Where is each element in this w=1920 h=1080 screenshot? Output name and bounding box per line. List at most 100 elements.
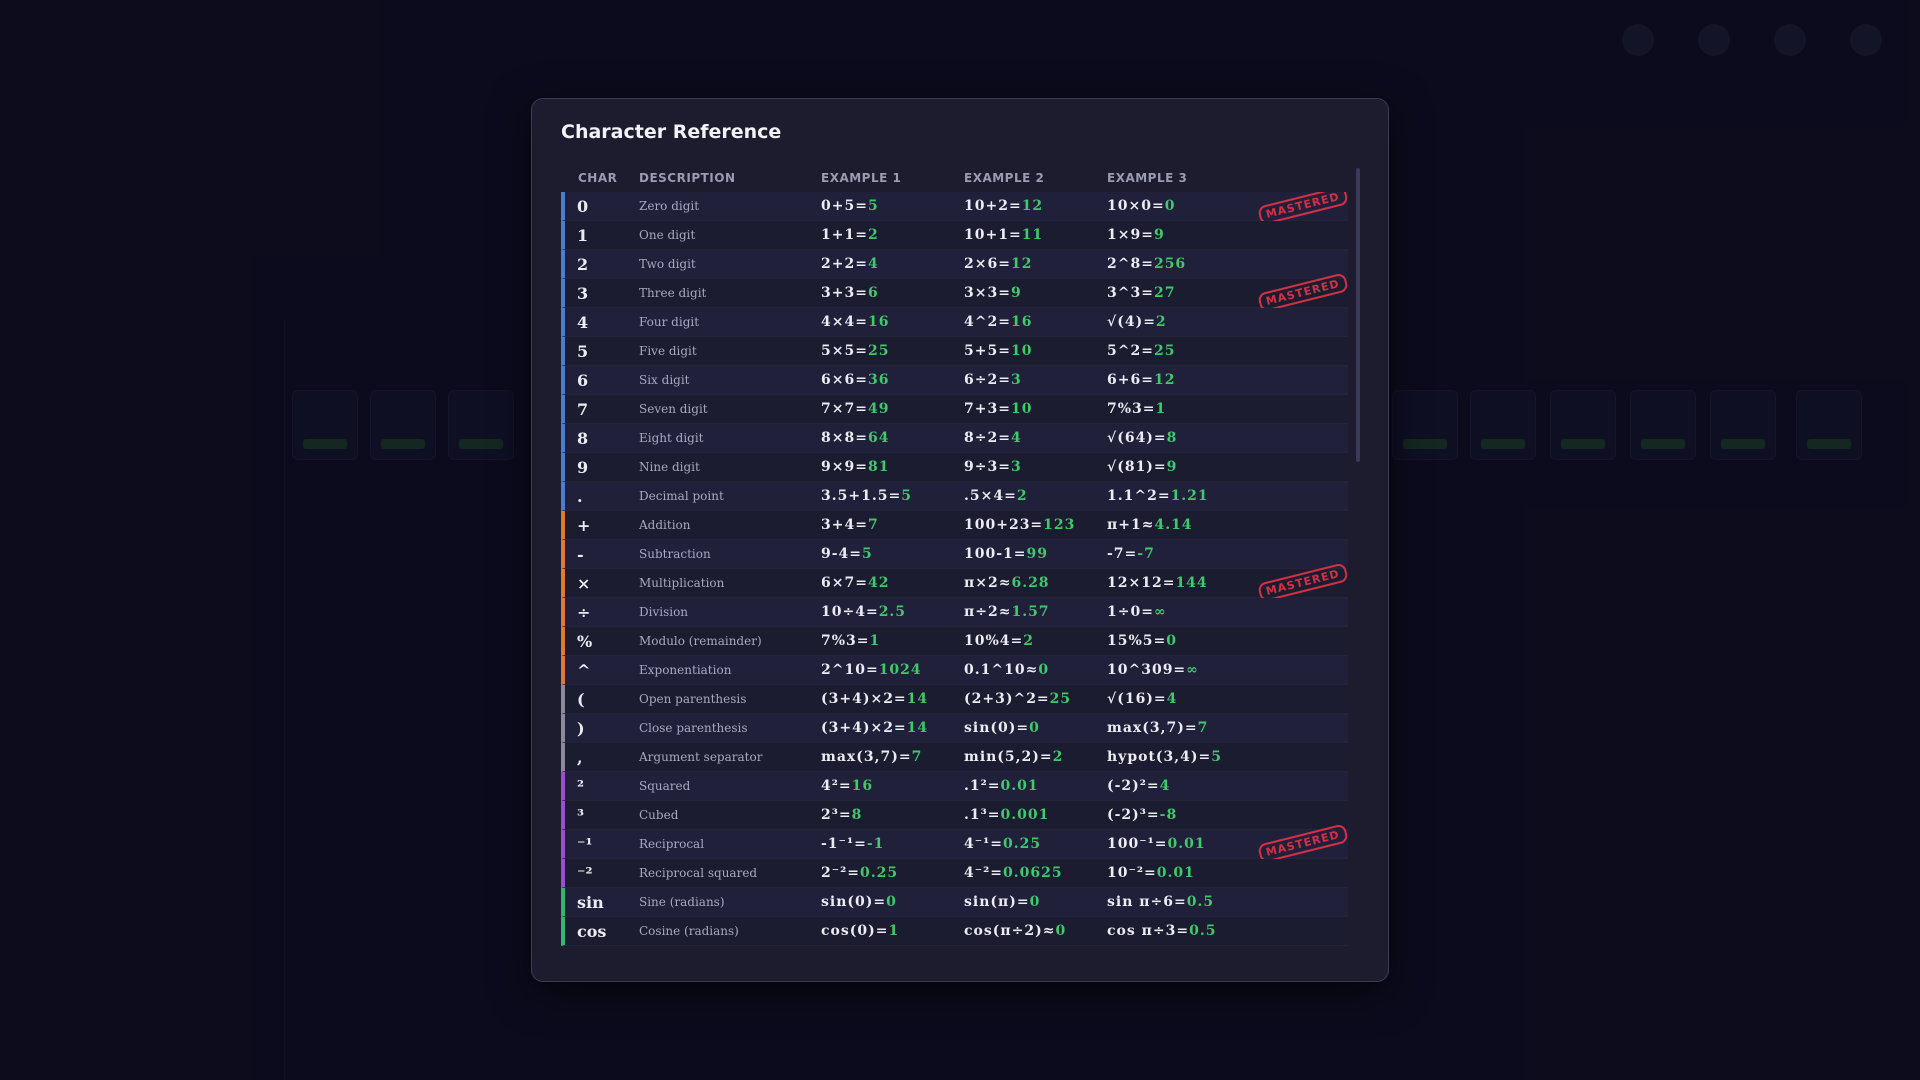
table-row[interactable]: ² Squared 4²=16 .1²=0.01 (-2)²=4 [561,772,1348,801]
example-result: 4 [1159,778,1171,794]
example-3: √(64)=8 [1107,430,1177,446]
table-row[interactable]: (Open parenthesis (3+4)×2=14 (2+3)^2=25 √(1… [561,685,1348,714]
table-row[interactable]: 7 Seven digit 7×7=49 7+3=10 7%3=1 [561,395,1348,424]
table-row[interactable]: ⁻¹ Reciprocal -1⁻¹=-1 4⁻¹=0.25 100⁻¹=0.01 MAS… [561,823,1348,864]
example-expression: 7%3= [1107,401,1156,417]
table-row[interactable]: 2 Two digit 2+2=4 2×6=12 2^8=256 [561,250,1348,279]
table-row[interactable]: - Subtraction 9-4=5 100-1=99 -7=-7 [561,540,1348,569]
example-2: .1²=0.01 [964,778,1039,794]
example-result: 7 [1197,720,1209,736]
example-expression: 10+1= [964,227,1022,243]
modal-title: Character Reference [561,121,782,143]
example-result: 81 [867,459,890,475]
example-result: 25 [1049,691,1072,707]
row-char: 1 [577,226,589,245]
table-row[interactable]: + Addition 3+4=7 100+23=123 π+1≈4.14 [561,511,1348,540]
table-row[interactable]: 5 Five digit 5×5=25 5+5=10 5^2=25 [561,337,1348,366]
reference-table-body[interactable]: 0 Zero digit 0+5=5 10+2=12 10×0=0 MASTERED 1 On… [561,192,1348,960]
row-char: sin [577,893,604,912]
example-expression: 5^2= [1107,343,1154,359]
example-result: 2.5 [878,604,907,620]
example-expression: π+1≈ [1107,517,1155,533]
row-description: Close parenthesis [639,721,748,735]
row-description: Two digit [639,257,696,271]
table-row[interactable]: 6 Six digit 6×6=36 6÷2=3 6+6=12 [561,366,1348,395]
table-row[interactable]: % Modulo (remainder) 7%3=1 10%4=2 15%5=0 [561,627,1348,656]
example-expression: 4⁻¹= [964,836,1003,852]
example-result: 10 [1010,401,1033,417]
table-row[interactable]: sin Sine (radians) sin(0)=0 sin(π)=0 sin π÷6… [561,888,1348,917]
example-result: 25 [867,343,890,359]
example-2: .5×4=2 [964,488,1028,504]
example-result: 0 [1029,894,1041,910]
example-expression: 4²= [821,778,852,794]
example-3: √(81)=9 [1107,459,1177,475]
example-1: 6×7=42 [821,575,889,591]
row-description: Decimal point [639,489,724,503]
example-result: 49 [867,401,890,417]
table-row[interactable]: 1 One digit 1+1=2 10+1=11 1×9=9 [561,221,1348,250]
example-3: √(16)=4 [1107,691,1177,707]
table-row[interactable]: cos Cosine (radians) cos(0)=1 cos(π÷2)≈0 cos… [561,917,1348,946]
example-result: 9 [1010,285,1022,301]
example-result: -1 [866,836,885,852]
example-expression: (-2)³= [1107,807,1160,823]
example-expression: cos(π÷2)≈ [964,923,1056,939]
scrollbar-thumb[interactable] [1356,168,1360,462]
character-reference-modal: Character Reference CHAR DESCRIPTION EXA… [531,98,1389,982]
example-2: 8÷2=4 [964,430,1022,446]
row-char: × [577,574,591,593]
table-row[interactable]: . Decimal point 3.5+1.5=5 .5×4=2 1.1^2=1.21 [561,482,1348,511]
example-1: 7%3=1 [821,633,880,649]
example-expression: 5+5= [964,343,1011,359]
table-row[interactable]: 4 Four digit 4×4=16 4^2=16 √(4)=2 [561,308,1348,337]
example-expression: √(4)= [1107,314,1156,330]
example-expression: 9÷3= [964,459,1011,475]
example-1: 5×5=25 [821,343,889,359]
row-description: Argument separator [639,750,763,764]
example-expression: 10+2= [964,198,1022,214]
example-result: 9 [1166,459,1178,475]
table-row[interactable]: ÷ Division 10÷4=2.5 π÷2≈1.57 1÷0=∞ [561,598,1348,627]
table-row[interactable]: ⁻² Reciprocal squared 2⁻²=0.25 4⁻²=0.0625 10… [561,859,1348,888]
table-row[interactable]: , Argument separator max(3,7)=7 min(5,2)=2 h… [561,743,1348,772]
example-expression: 0.1^10≈ [964,662,1039,678]
table-row[interactable]: × Multiplication 6×7=42 π×2≈6.28 12×12=144 MA… [561,562,1348,603]
example-result: 3 [1010,372,1022,388]
example-1: 8×8=64 [821,430,889,446]
row-description: Cubed [639,808,679,822]
example-expression: min(5,2)= [964,749,1053,765]
example-1: 2³=8 [821,807,862,823]
example-result: 6.28 [1011,575,1050,591]
example-1: 3+4=7 [821,517,879,533]
table-row[interactable]: 8 Eight digit 8×8=64 8÷2=4 √(64)=8 [561,424,1348,453]
example-3: 1÷0=∞ [1107,604,1167,620]
example-result: 1.57 [1011,604,1050,620]
table-row[interactable]: 9 Nine digit 9×9=81 9÷3=3 √(81)=9 [561,453,1348,482]
row-char: 3 [577,284,589,303]
example-expression: 2×6= [964,256,1011,272]
row-char: 5 [577,342,589,361]
example-result: 5 [867,198,879,214]
example-3: 3^3=27 [1107,285,1175,301]
table-row[interactable]: 0 Zero digit 0+5=5 10+2=12 10×0=0 MASTERED [561,192,1348,226]
example-1: 10÷4=2.5 [821,604,906,620]
example-result: 0.5 [1186,894,1215,910]
example-expression: (3+4)×2= [821,691,907,707]
example-1: 6×6=36 [821,372,889,388]
example-result: 0.01 [1167,836,1206,852]
column-header-example-1: EXAMPLE 1 [821,171,902,185]
table-row[interactable]: ³ Cubed 2³=8 .1³=0.001 (-2)³=-8 [561,801,1348,830]
table-row[interactable]: ) Close parenthesis (3+4)×2=14 sin(0)=0 max(… [561,714,1348,743]
example-3: 1.1^2=1.21 [1107,488,1209,504]
row-char: ( [577,690,585,709]
example-1: 0+5=5 [821,198,879,214]
example-result: 12 [1010,256,1033,272]
table-row[interactable]: ^ Exponentiation 2^10=1024 0.1^10≈0 10^309=∞ [561,656,1348,685]
example-expression: 10×0= [1107,198,1165,214]
row-char: ³ [577,806,585,825]
row-description: Multiplication [639,576,725,590]
table-row[interactable]: 3 Three digit 3+3=6 3×3=9 3^3=27 MASTERED [561,272,1348,313]
example-2: π÷2≈1.57 [964,604,1050,620]
example-expression: .1²= [964,778,1001,794]
